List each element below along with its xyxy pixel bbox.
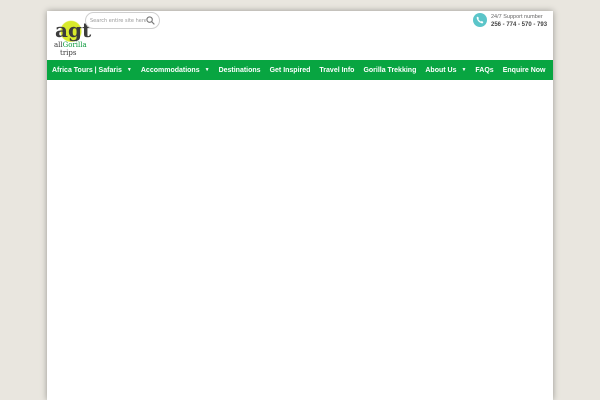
chevron-down-icon: ▼	[204, 67, 210, 73]
nav-item-label: Gorilla Trekking	[363, 66, 417, 74]
search-icon[interactable]	[146, 16, 155, 25]
phone-icon[interactable]	[473, 13, 487, 27]
search-input[interactable]	[90, 15, 146, 26]
logo-text-highlight: Gorilla	[62, 41, 87, 49]
nav-item-label: Travel Info	[319, 66, 355, 74]
nav-item-label: About Us	[425, 66, 457, 74]
nav-item-label: Enquire Now	[502, 66, 546, 74]
nav-item-label: Africa Tours | Safaris	[52, 66, 122, 74]
logo-text-prefix: all	[54, 41, 63, 49]
logo-mark: agt	[55, 17, 92, 43]
nav-item-label: Accommodations	[140, 66, 200, 74]
nav-item-get-inspired[interactable]: Get Inspired	[270, 67, 311, 74]
nav-item-enquire-now[interactable]: Enquire Now	[503, 67, 546, 74]
nav-item-destinations[interactable]: Destinations	[219, 67, 261, 74]
site-header: agt allGorilla trips 24/7 Support number…	[47, 11, 553, 60]
nav-item-africa-tours-safaris[interactable]: Africa Tours | Safaris ▼	[52, 67, 132, 74]
nav-item-label: FAQs	[475, 66, 494, 74]
main-navigation: Africa Tours | Safaris ▼ Accommodations ▼ De…	[47, 60, 553, 80]
nav-item-travel-info[interactable]: Travel Info	[319, 67, 354, 74]
nav-item-about-us[interactable]: About Us ▼	[425, 67, 466, 74]
nav-item-accommodations[interactable]: Accommodations ▼	[141, 67, 210, 74]
nav-item-label: Get Inspired	[269, 66, 311, 74]
search-box	[85, 12, 160, 29]
support-label: 24/7 Support number	[491, 14, 543, 20]
chevron-down-icon: ▼	[126, 67, 132, 73]
page-container: agt allGorilla trips 24/7 Support number…	[47, 11, 553, 400]
site-logo[interactable]: agt allGorilla trips	[54, 17, 92, 61]
nav-item-faqs[interactable]: FAQs	[475, 67, 493, 74]
logo-text-line2: trips	[60, 49, 77, 57]
support-phone-number[interactable]: 256 - 774 - 570 - 793	[491, 22, 547, 28]
chevron-down-icon: ▼	[461, 67, 467, 73]
nav-item-gorilla-trekking[interactable]: Gorilla Trekking	[363, 67, 416, 74]
support-contact: 24/7 Support number 256 - 774 - 570 - 79…	[473, 13, 547, 31]
nav-item-label: Destinations	[218, 66, 261, 74]
